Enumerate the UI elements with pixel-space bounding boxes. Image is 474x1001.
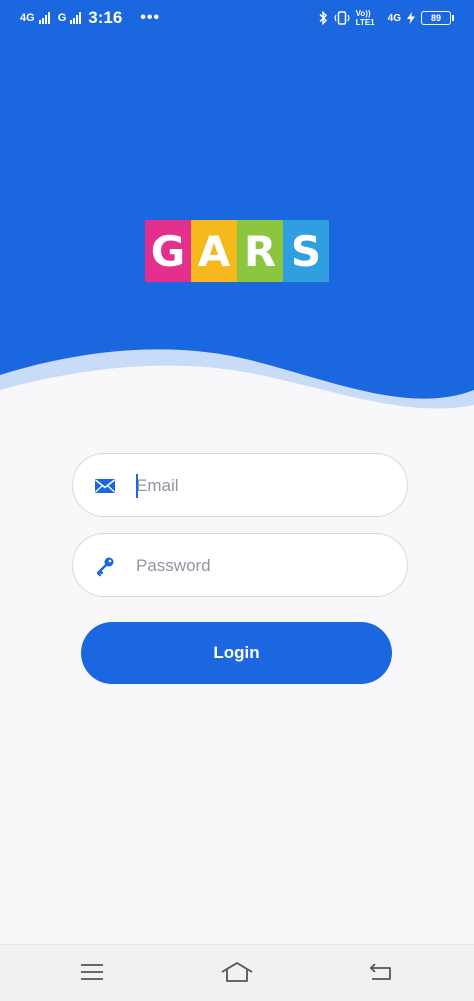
- password-input[interactable]: [136, 550, 386, 582]
- signal-icon: [38, 12, 50, 24]
- menu-button[interactable]: [72, 957, 112, 987]
- network-4g-label: 4G: [20, 12, 35, 24]
- volte-label: Vo)) LTE1: [355, 9, 375, 27]
- email-input[interactable]: [136, 470, 386, 502]
- mail-icon: [95, 479, 115, 493]
- home-button[interactable]: [217, 957, 257, 987]
- more-icon: •••: [140, 9, 161, 26]
- charging-icon: [407, 12, 415, 24]
- password-field[interactable]: [72, 533, 408, 597]
- signal-icon-2: [70, 12, 82, 24]
- battery-level: 89: [430, 13, 441, 23]
- home-icon: [221, 962, 253, 982]
- status-bar: 4G G 3:16 ••• Vo)) LTE1 4G 89: [0, 0, 474, 36]
- logo-letter-a: A: [191, 220, 237, 282]
- clock: 3:16: [88, 8, 123, 27]
- back-button[interactable]: [361, 957, 401, 987]
- header-wave: [0, 320, 474, 420]
- email-field[interactable]: [72, 453, 408, 517]
- network-g-label: G: [57, 12, 67, 24]
- login-button[interactable]: Login: [81, 622, 392, 684]
- network-4g-label-2: 4G: [387, 12, 401, 24]
- system-navbar: [0, 944, 474, 1001]
- gars-logo: G A R S: [145, 220, 329, 282]
- logo-letter-r: R: [237, 220, 283, 282]
- key-icon: [96, 557, 114, 577]
- bluetooth-icon: [319, 11, 327, 25]
- vibrate-icon: [334, 11, 350, 25]
- menu-icon: [81, 964, 103, 980]
- logo-letter-s: S: [283, 220, 329, 282]
- battery-icon: 89: [421, 11, 454, 25]
- text-cursor: [136, 474, 138, 498]
- back-icon: [370, 963, 391, 980]
- logo-letter-g: G: [145, 220, 191, 282]
